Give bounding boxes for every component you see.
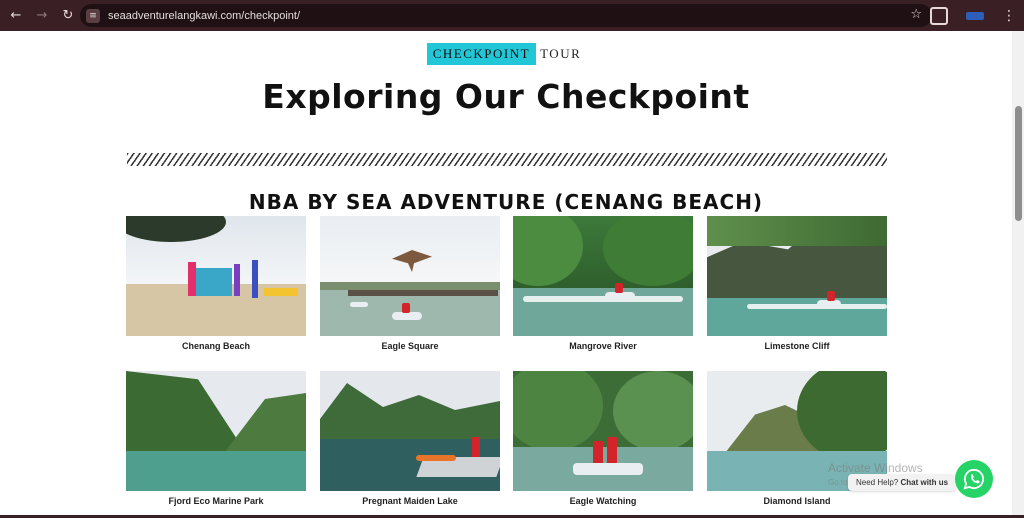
address-bar[interactable]: ≡ seaadventurelangkawi.com/checkpoint/ ☆ (80, 4, 932, 27)
hatch-divider (127, 153, 887, 166)
checkpoint-label: Limestone Cliff (764, 341, 830, 351)
checkpoint-label: Mangrove River (569, 341, 637, 351)
checkpoint-label: Diamond Island (763, 496, 831, 506)
checkpoint-card[interactable]: Limestone Cliff (707, 216, 887, 351)
extensions-icon[interactable] (930, 6, 948, 25)
checkpoint-label: Chenang Beach (181, 341, 250, 351)
checkpoint-photo-chenang-beach[interactable] (126, 216, 306, 336)
checkpoint-card[interactable]: Eagle Watching (513, 371, 693, 506)
whatsapp-chat-button[interactable] (955, 460, 993, 498)
forward-icon[interactable]: → (30, 4, 54, 28)
checkpoint-label: Eagle Watching (569, 496, 637, 506)
eyebrow-plain: TOUR (540, 46, 582, 61)
chat-help-pill[interactable]: Need Help? Chat with us (848, 474, 957, 491)
checkpoint-photo-eagle-square[interactable] (320, 216, 500, 336)
help-bold: Chat with us (900, 478, 949, 487)
site-settings-icon[interactable]: ≡ (86, 8, 100, 23)
page-content: CHECKPOINT TOUR Exploring Our Checkpoint… (0, 31, 1012, 515)
checkpoint-card[interactable]: Pregnant Maiden Lake (320, 371, 500, 506)
checkpoint-label: Fjord Eco Marine Park (168, 496, 264, 506)
browser-toolbar: ← → ↻ ≡ seaadventurelangkawi.com/checkpo… (0, 0, 1024, 31)
checkpoint-label: Pregnant Maiden Lake (362, 496, 458, 506)
eyebrow-highlight: CHECKPOINT (426, 43, 537, 65)
url-text[interactable]: seaadventurelangkawi.com/checkpoint/ (108, 10, 300, 22)
checkpoint-photo-pregnant-maiden-lake[interactable] (320, 371, 500, 491)
checkpoint-label: Eagle Square (381, 341, 439, 351)
whatsapp-icon (963, 468, 985, 490)
checkpoint-card[interactable]: Mangrove River (513, 216, 693, 351)
checkpoint-photo-mangrove-river[interactable] (513, 216, 693, 336)
back-icon[interactable]: ← (4, 4, 28, 28)
scrollbar-thumb[interactable] (1015, 106, 1022, 221)
page-title: Exploring Our Checkpoint (262, 77, 750, 116)
scrollbar[interactable] (1012, 31, 1024, 518)
checkpoint-card[interactable]: Eagle Square (320, 216, 500, 351)
checkpoint-photo-limestone-cliff[interactable] (707, 216, 887, 336)
checkpoint-photo-fjord-eco-marine-park[interactable] (126, 371, 306, 491)
profile-icon[interactable] (966, 11, 984, 20)
checkpoint-card[interactable]: Fjord Eco Marine Park (126, 371, 306, 506)
menu-kebab-icon[interactable]: ⋮ (1002, 8, 1016, 24)
help-prefix: Need Help? (856, 478, 899, 487)
reload-icon[interactable]: ↻ (56, 4, 80, 28)
bookmark-star-icon[interactable]: ☆ (910, 7, 922, 22)
checkpoint-photo-eagle-watching[interactable] (513, 371, 693, 491)
eyebrow: CHECKPOINT TOUR (0, 43, 1012, 65)
checkpoint-card[interactable]: Chenang Beach (126, 216, 306, 351)
windows-activation-watermark: Activate Windows (828, 461, 923, 475)
section-title: NBA BY SEA ADVENTURE (CENANG BEACH) (248, 190, 764, 214)
